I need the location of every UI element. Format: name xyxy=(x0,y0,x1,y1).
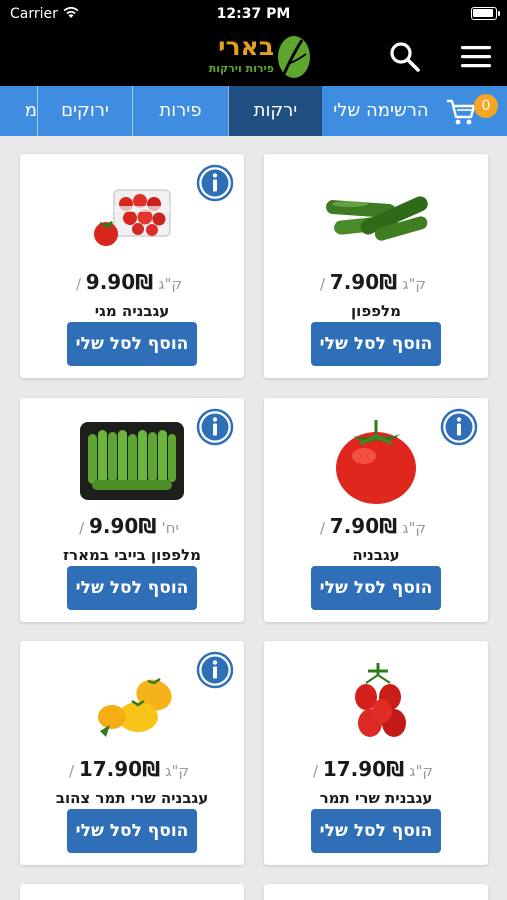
logo[interactable]: בארי פירות וירקות xyxy=(206,32,316,82)
product-card xyxy=(20,884,244,900)
red-cherry-tomato-image xyxy=(355,663,406,737)
product-card: / ק"ג 7.90₪ מלפפון הוסף לסל שלי xyxy=(264,154,488,378)
price-row: / יח' 9.90₪ xyxy=(20,514,244,538)
price: 9.90₪ xyxy=(89,514,157,538)
cucumbers-image xyxy=(326,196,428,241)
tab-vegetables[interactable]: ירקות xyxy=(228,86,322,136)
cherry-tomato-box-image xyxy=(94,189,171,246)
search-icon xyxy=(390,42,420,72)
price: 17.90₪ xyxy=(78,757,161,781)
baby-cucumber-box-image xyxy=(80,422,184,500)
search-button[interactable] xyxy=(388,40,422,74)
tab-greens[interactable]: ירוקים xyxy=(37,86,132,136)
status-time: 12:37 PM xyxy=(216,6,291,22)
info-icon xyxy=(196,651,234,689)
price-row: / ק"ג 17.90₪ xyxy=(20,757,244,781)
status-bar: Carrier 12:37 PM xyxy=(0,0,507,28)
product-grid: / ק"ג 9.90₪ עגבניה מגי הוסף לסל שלי / ק"… xyxy=(0,136,507,900)
product-name: מלפפון xyxy=(351,302,401,320)
yellow-cherry-tomato-image xyxy=(98,677,172,737)
info-icon xyxy=(440,408,478,446)
product-card xyxy=(264,884,488,900)
app-header: בארי פירות וירקות xyxy=(0,28,507,86)
add-to-cart-button[interactable]: הוסף לסל שלי xyxy=(67,809,197,853)
add-to-cart-button[interactable]: הוסף לסל שלי xyxy=(67,566,197,610)
info-button[interactable] xyxy=(196,408,234,446)
add-to-cart-button[interactable]: הוסף לסל שלי xyxy=(67,322,197,366)
product-name: עגבניה מגי xyxy=(94,302,170,320)
hamburger-menu-icon xyxy=(461,46,491,68)
tomato-image xyxy=(336,420,416,504)
cart-count-badge: 0 xyxy=(474,94,498,118)
product-card: / ק"ג 7.90₪ עגבניה הוסף לסל שלי xyxy=(264,398,488,622)
logo-text: בארי xyxy=(218,32,274,61)
tab-my-list[interactable]: הרשימה שלי xyxy=(322,86,440,136)
cart-icon xyxy=(447,99,476,125)
info-button[interactable] xyxy=(196,164,234,202)
cart-button[interactable]: 0 xyxy=(440,86,507,136)
price-row: / ק"ג 9.90₪ xyxy=(20,270,244,294)
info-icon xyxy=(196,164,234,202)
product-name: עגבניה שרי תמר צהוב xyxy=(55,789,209,807)
product-name: מלפפון בייבי במארז xyxy=(63,546,201,564)
price-row: / ק"ג 17.90₪ xyxy=(264,757,488,781)
tab-more[interactable]: מ xyxy=(0,86,37,136)
price: 7.90₪ xyxy=(329,514,398,538)
product-name: עגבנית שרי תמר xyxy=(319,789,433,807)
info-button[interactable] xyxy=(440,408,478,446)
product-card: / ק"ג 17.90₪ עגבניה שרי תמר צהוב הוסף לס… xyxy=(20,641,244,865)
price: 17.90₪ xyxy=(322,757,405,781)
tab-fruits[interactable]: פירות xyxy=(132,86,228,136)
add-to-cart-button[interactable]: הוסף לסל שלי xyxy=(311,809,441,853)
price: 7.90₪ xyxy=(329,270,398,294)
price: 9.90₪ xyxy=(85,270,154,294)
menu-button[interactable] xyxy=(458,42,494,72)
battery-icon xyxy=(471,7,500,20)
logo-subtitle: פירות וירקות xyxy=(208,62,274,75)
product-card: / יח' 9.90₪ מלפפון בייבי במארז הוסף לסל … xyxy=(20,398,244,622)
category-bar: הרשימה שלי ירקות פירות ירוקים מ 0 xyxy=(0,86,507,136)
info-button[interactable] xyxy=(196,651,234,689)
add-to-cart-button[interactable]: הוסף לסל שלי xyxy=(311,566,441,610)
add-to-cart-button[interactable]: הוסף לסל שלי xyxy=(311,322,441,366)
price-row: / ק"ג 7.90₪ xyxy=(264,270,488,294)
leaf-logo-icon xyxy=(278,36,310,78)
product-card: / ק"ג 17.90₪ עגבנית שרי תמר הוסף לסל שלי xyxy=(264,641,488,865)
info-icon xyxy=(196,408,234,446)
price-row: / ק"ג 7.90₪ xyxy=(264,514,488,538)
product-card: / ק"ג 9.90₪ עגבניה מגי הוסף לסל שלי xyxy=(20,154,244,378)
product-name: עגבניה xyxy=(352,546,400,564)
